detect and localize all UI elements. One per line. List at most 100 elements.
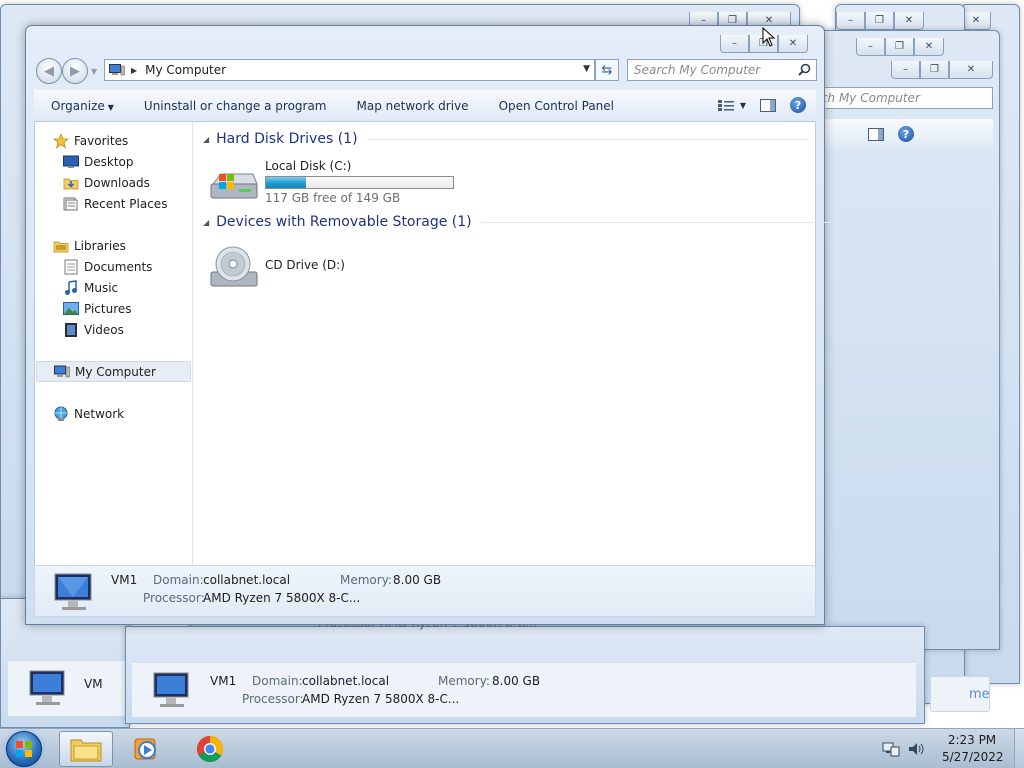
preview-pane-icon[interactable] xyxy=(760,98,776,112)
maximize-icon[interactable]: ❐ xyxy=(920,61,949,79)
change-view-button[interactable]: ▼ xyxy=(717,99,746,112)
group-divider xyxy=(481,221,832,223)
help-icon[interactable]: ? xyxy=(898,126,914,142)
usage-fill xyxy=(266,177,307,188)
start-button[interactable] xyxy=(6,731,42,767)
search-icon[interactable] xyxy=(798,63,811,76)
cd-drive-name[interactable]: CD Drive (D:) xyxy=(265,258,345,272)
taskbar: 2:23 PM 5/27/2022 xyxy=(0,728,1024,768)
maximize-icon[interactable]: ❐ xyxy=(865,12,894,30)
collapse-triangle-icon[interactable]: ◢ xyxy=(203,135,209,144)
domain-value: collabnet.local xyxy=(203,573,291,587)
close-icon[interactable]: ✕ xyxy=(914,38,944,56)
background-pc-name: VM xyxy=(84,677,103,691)
taskbar-media-player-button[interactable] xyxy=(120,731,174,767)
back-button[interactable]: ◀ xyxy=(36,58,62,84)
navigation-pane: Favorites Desktop Downloads Recent Place… xyxy=(35,122,193,565)
minimize-icon[interactable]: – xyxy=(856,38,885,56)
close-icon[interactable]: ✕ xyxy=(894,12,924,30)
details-pane: VM1 Domain: collabnet.local Memory: 8.00… xyxy=(34,565,816,617)
desktop-icon xyxy=(63,154,79,170)
nav-pictures[interactable]: Pictures xyxy=(35,298,192,319)
help-icon[interactable]: ? xyxy=(790,97,806,113)
forward-button[interactable]: ▶ xyxy=(62,58,88,84)
local-disk-name[interactable]: Local Disk (C:) xyxy=(265,159,351,173)
view-details-icon xyxy=(717,99,734,111)
nav-my-computer[interactable]: My Computer xyxy=(36,361,191,382)
chevron-down-icon[interactable]: ▼ xyxy=(583,64,590,74)
background-toolbar: ? xyxy=(823,119,993,149)
background-search-input[interactable]: rch My Computer xyxy=(811,87,993,109)
nav-desktop[interactable]: Desktop xyxy=(35,151,192,172)
map-network-drive-button[interactable]: Map network drive xyxy=(342,99,484,113)
refresh-button[interactable]: ⇆ xyxy=(595,59,619,81)
domain-value: collabnet.local xyxy=(302,674,390,688)
group-divider xyxy=(367,138,808,140)
processor-value: AMD Ryzen 7 5800X 8-C... xyxy=(302,692,460,706)
search-input[interactable]: Search My Computer xyxy=(627,59,817,81)
minimize-icon[interactable]: – xyxy=(836,12,865,30)
hard-disk-icon[interactable] xyxy=(209,168,259,202)
chevron-down-icon[interactable]: ▼ xyxy=(740,101,746,110)
minimize-icon[interactable]: – xyxy=(720,35,749,53)
nav-downloads[interactable]: Downloads xyxy=(35,172,192,193)
clock-time: 2:23 PM xyxy=(947,733,997,747)
nav-videos[interactable]: Videos xyxy=(35,319,192,340)
show-desktop-button[interactable] xyxy=(1014,729,1024,768)
background-details-pane-2: VM1 Domain: collabnet.local Memory: 8.00… xyxy=(132,662,916,717)
local-disk-usage-bar xyxy=(265,176,454,189)
pc-name: VM1 xyxy=(210,674,237,688)
open-control-panel-button[interactable]: Open Control Panel xyxy=(484,99,629,113)
clock[interactable]: 2:23 PM 5/27/2022 xyxy=(942,732,1004,766)
nav-music[interactable]: Music xyxy=(35,277,192,298)
maximize-icon[interactable]: ❐ xyxy=(885,38,914,56)
domain-label: Domain: xyxy=(153,573,204,587)
background-partial-button[interactable]: me xyxy=(930,676,990,712)
libraries-icon xyxy=(53,238,69,254)
address-text: My Computer xyxy=(145,63,227,77)
close-icon[interactable]: ✕ xyxy=(949,61,993,79)
breadcrumb-arrow-icon[interactable]: ▶ xyxy=(131,66,137,75)
preview-pane-icon[interactable] xyxy=(868,127,884,141)
videos-icon xyxy=(63,322,79,338)
collapse-triangle-icon[interactable]: ◢ xyxy=(203,218,209,227)
memory-label: Memory: xyxy=(340,573,392,587)
mouse-cursor-icon xyxy=(762,27,776,47)
nav-libraries[interactable]: Libraries xyxy=(35,235,192,256)
recent-pages-dropdown-icon[interactable]: ▼ xyxy=(91,67,97,76)
group-removable-storage[interactable]: ◢ Devices with Removable Storage (1) xyxy=(203,214,832,230)
nav-documents[interactable]: Documents xyxy=(35,256,192,277)
address-bar[interactable]: ▶ My Computer ▼ xyxy=(104,59,595,81)
network-status-icon[interactable] xyxy=(882,741,900,757)
domain-label: Domain: xyxy=(252,674,303,688)
background-details-pane-1: VM xyxy=(8,660,128,716)
music-icon xyxy=(63,279,79,296)
network-icon xyxy=(53,406,69,422)
uninstall-program-button[interactable]: Uninstall or change a program xyxy=(129,99,342,113)
folder-icon xyxy=(70,739,102,762)
explorer-window: – ❐ ✕ ◀ ▶ ▼ ▶ My Computer ▼ ⇆ Search My … xyxy=(25,25,832,625)
cd-drive-icon[interactable] xyxy=(209,244,259,288)
group-hard-disk-drives[interactable]: ◢ Hard Disk Drives (1) xyxy=(203,131,808,147)
taskbar-explorer-button[interactable] xyxy=(59,731,113,767)
content-pane: ◢ Hard Disk Drives (1) Local Disk (C:) 1… xyxy=(193,122,832,565)
minimize-icon[interactable]: – xyxy=(891,61,920,79)
pc-name: VM1 xyxy=(111,573,138,587)
pictures-icon xyxy=(63,301,79,317)
close-icon[interactable]: ✕ xyxy=(778,35,808,53)
computer-icon xyxy=(109,64,125,76)
chrome-icon xyxy=(196,735,224,763)
taskbar-chrome-button[interactable] xyxy=(183,731,237,767)
nav-favorites[interactable]: Favorites xyxy=(35,130,192,151)
close-icon[interactable]: ✕ xyxy=(961,12,991,30)
windows-logo-icon xyxy=(16,741,32,757)
volume-icon[interactable] xyxy=(908,741,926,757)
command-bar: Organize ▼ Uninstall or change a program … xyxy=(34,90,816,122)
nav-recent-places[interactable]: Recent Places xyxy=(35,193,192,214)
star-icon xyxy=(53,132,69,149)
computer-icon xyxy=(153,672,189,707)
nav-network[interactable]: Network xyxy=(35,403,192,424)
organize-button[interactable]: Organize ▼ xyxy=(34,99,129,113)
downloads-folder-icon xyxy=(63,175,79,191)
navigation-bar: ◀ ▶ ▼ ▶ My Computer ▼ ⇆ Search My Comput… xyxy=(34,58,817,84)
